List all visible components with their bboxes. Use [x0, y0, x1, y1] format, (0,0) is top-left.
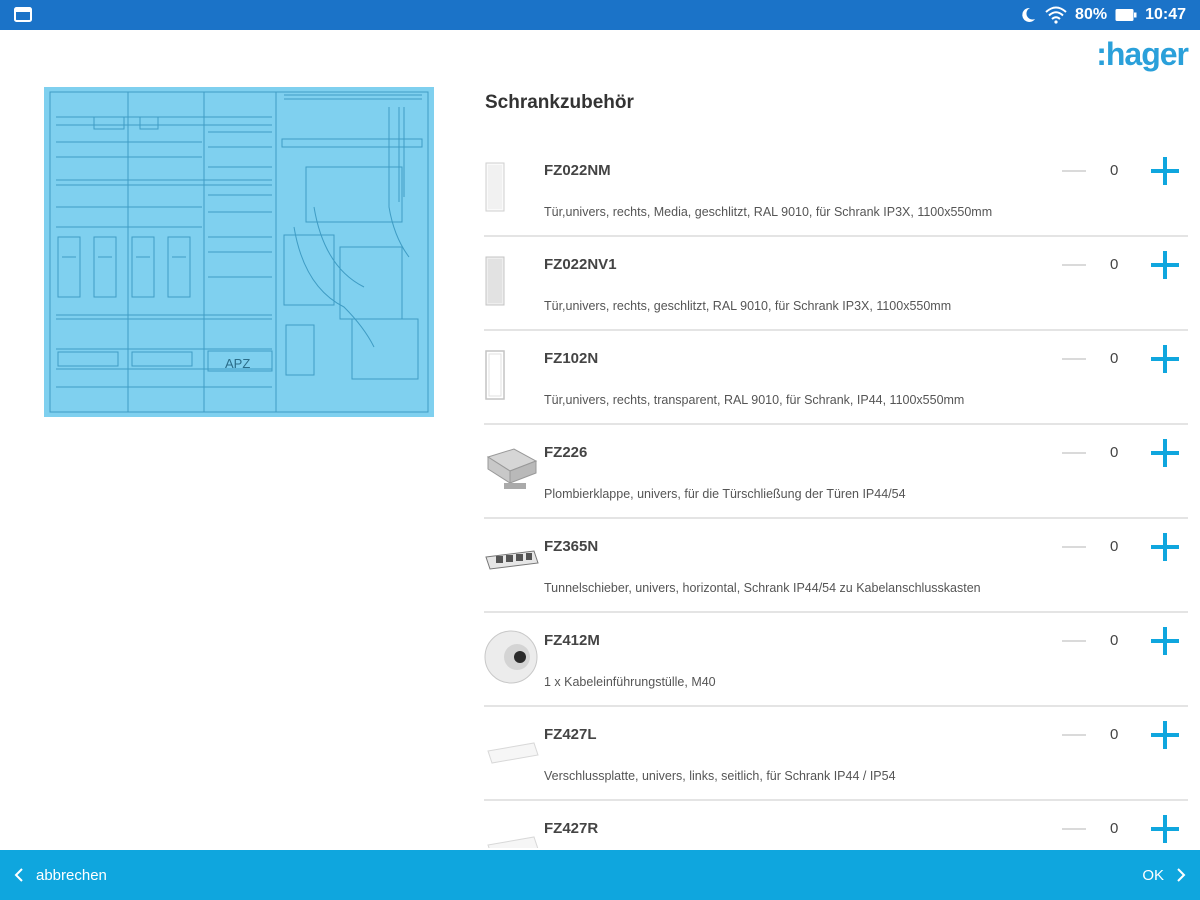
list-item: FZ022NM Tür,univers, rechts, Media, gesc… [484, 143, 1188, 237]
plus-icon[interactable] [1150, 626, 1180, 656]
clock: 10:47 [1145, 6, 1186, 23]
frame-icon [485, 350, 505, 400]
item-description: Tür,univers, rechts, geschlitzt, RAL 901… [544, 299, 952, 313]
slider-icon [485, 550, 539, 570]
item-quantity: 0 [1110, 162, 1119, 179]
plus-icon[interactable] [1150, 250, 1180, 280]
moon-icon [1019, 6, 1037, 24]
chevron-right-icon [1177, 868, 1186, 882]
battery-level: 80% [1075, 6, 1108, 23]
flap-icon [486, 448, 538, 489]
ok-button[interactable]: OK [1142, 850, 1186, 900]
plus-icon[interactable] [1150, 156, 1180, 186]
plus-icon[interactable] [1150, 720, 1180, 750]
plus-icon[interactable] [1150, 814, 1180, 844]
grommet-icon [484, 630, 538, 684]
battery-icon [1115, 8, 1137, 22]
plate-icon [487, 742, 539, 764]
list-item: FZ022NV1 Tür,univers, rechts, geschlitzt… [484, 237, 1188, 331]
item-description: Plombierklappe, univers, für die Türschl… [544, 487, 906, 501]
cancel-button[interactable]: abbrechen [14, 850, 107, 900]
decrease-button[interactable] [1062, 264, 1086, 266]
decrease-button[interactable] [1062, 170, 1086, 172]
list-item: FZ412M 1 x Kabeleinführungstülle, M40 0 [484, 613, 1188, 707]
section-title: Schrankzubehör [485, 92, 634, 113]
list-item: FZ427L Verschlussplatte, univers, links,… [484, 707, 1188, 801]
item-quantity: 0 [1110, 350, 1119, 367]
chevron-left-icon [14, 868, 23, 882]
gallery-icon [14, 7, 32, 27]
status-bar: 80% 10:47 [0, 0, 1200, 30]
item-quantity: 0 [1110, 820, 1119, 837]
door-icon [485, 162, 505, 212]
item-description: Tür,univers, rechts, Media, geschlitzt, … [544, 205, 993, 219]
item-description: 1 x Kabeleinführungstülle, M40 [544, 675, 716, 689]
item-code: FZ427R [544, 820, 599, 837]
decrease-button[interactable] [1062, 640, 1086, 642]
item-quantity: 0 [1110, 444, 1119, 461]
item-code: FZ226 [544, 444, 588, 461]
plus-icon[interactable] [1150, 532, 1180, 562]
decrease-button[interactable] [1062, 734, 1086, 736]
item-description: Tür,univers, rechts, transparent, RAL 90… [544, 393, 965, 407]
item-code: FZ427L [544, 726, 597, 743]
door-icon [485, 256, 505, 306]
accessory-list: FZ022NM Tür,univers, rechts, Media, gesc… [484, 143, 1188, 848]
list-item: FZ427R 0 [484, 801, 1188, 848]
list-item: FZ102N Tür,univers, rechts, transparent,… [484, 331, 1188, 425]
item-code: FZ022NM [544, 162, 611, 179]
decrease-button[interactable] [1062, 358, 1086, 360]
cancel-label: abbrechen [36, 866, 107, 884]
decrease-button[interactable] [1062, 546, 1086, 548]
item-code: FZ412M [544, 632, 600, 649]
plus-icon[interactable] [1150, 438, 1180, 468]
decrease-button[interactable] [1062, 452, 1086, 454]
hager-logo: :hager [1096, 36, 1189, 72]
item-quantity: 0 [1110, 538, 1119, 555]
item-quantity: 0 [1110, 726, 1119, 743]
footer-bar: abbrechen OK [0, 850, 1200, 900]
item-description: Verschlussplatte, univers, links, seitli… [544, 769, 896, 783]
item-quantity: 0 [1110, 256, 1119, 273]
list-item: FZ226 Plombierklappe, univers, für die T… [484, 425, 1188, 519]
item-code: FZ102N [544, 350, 599, 367]
item-code: FZ365N [544, 538, 599, 555]
cabinet-preview: APZ [44, 87, 434, 417]
list-item: FZ365N Tunnelschieber, univers, horizont… [484, 519, 1188, 613]
decrease-button[interactable] [1062, 828, 1086, 830]
item-quantity: 0 [1110, 632, 1119, 649]
ok-label: OK [1142, 866, 1164, 884]
item-description: Tunnelschieber, univers, horizontal, Sch… [544, 581, 981, 595]
item-code: FZ022NV1 [544, 256, 617, 273]
plus-icon[interactable] [1150, 344, 1180, 374]
plate-icon [487, 836, 539, 848]
apz-label: APZ [225, 356, 250, 371]
wifi-icon [1045, 6, 1067, 24]
